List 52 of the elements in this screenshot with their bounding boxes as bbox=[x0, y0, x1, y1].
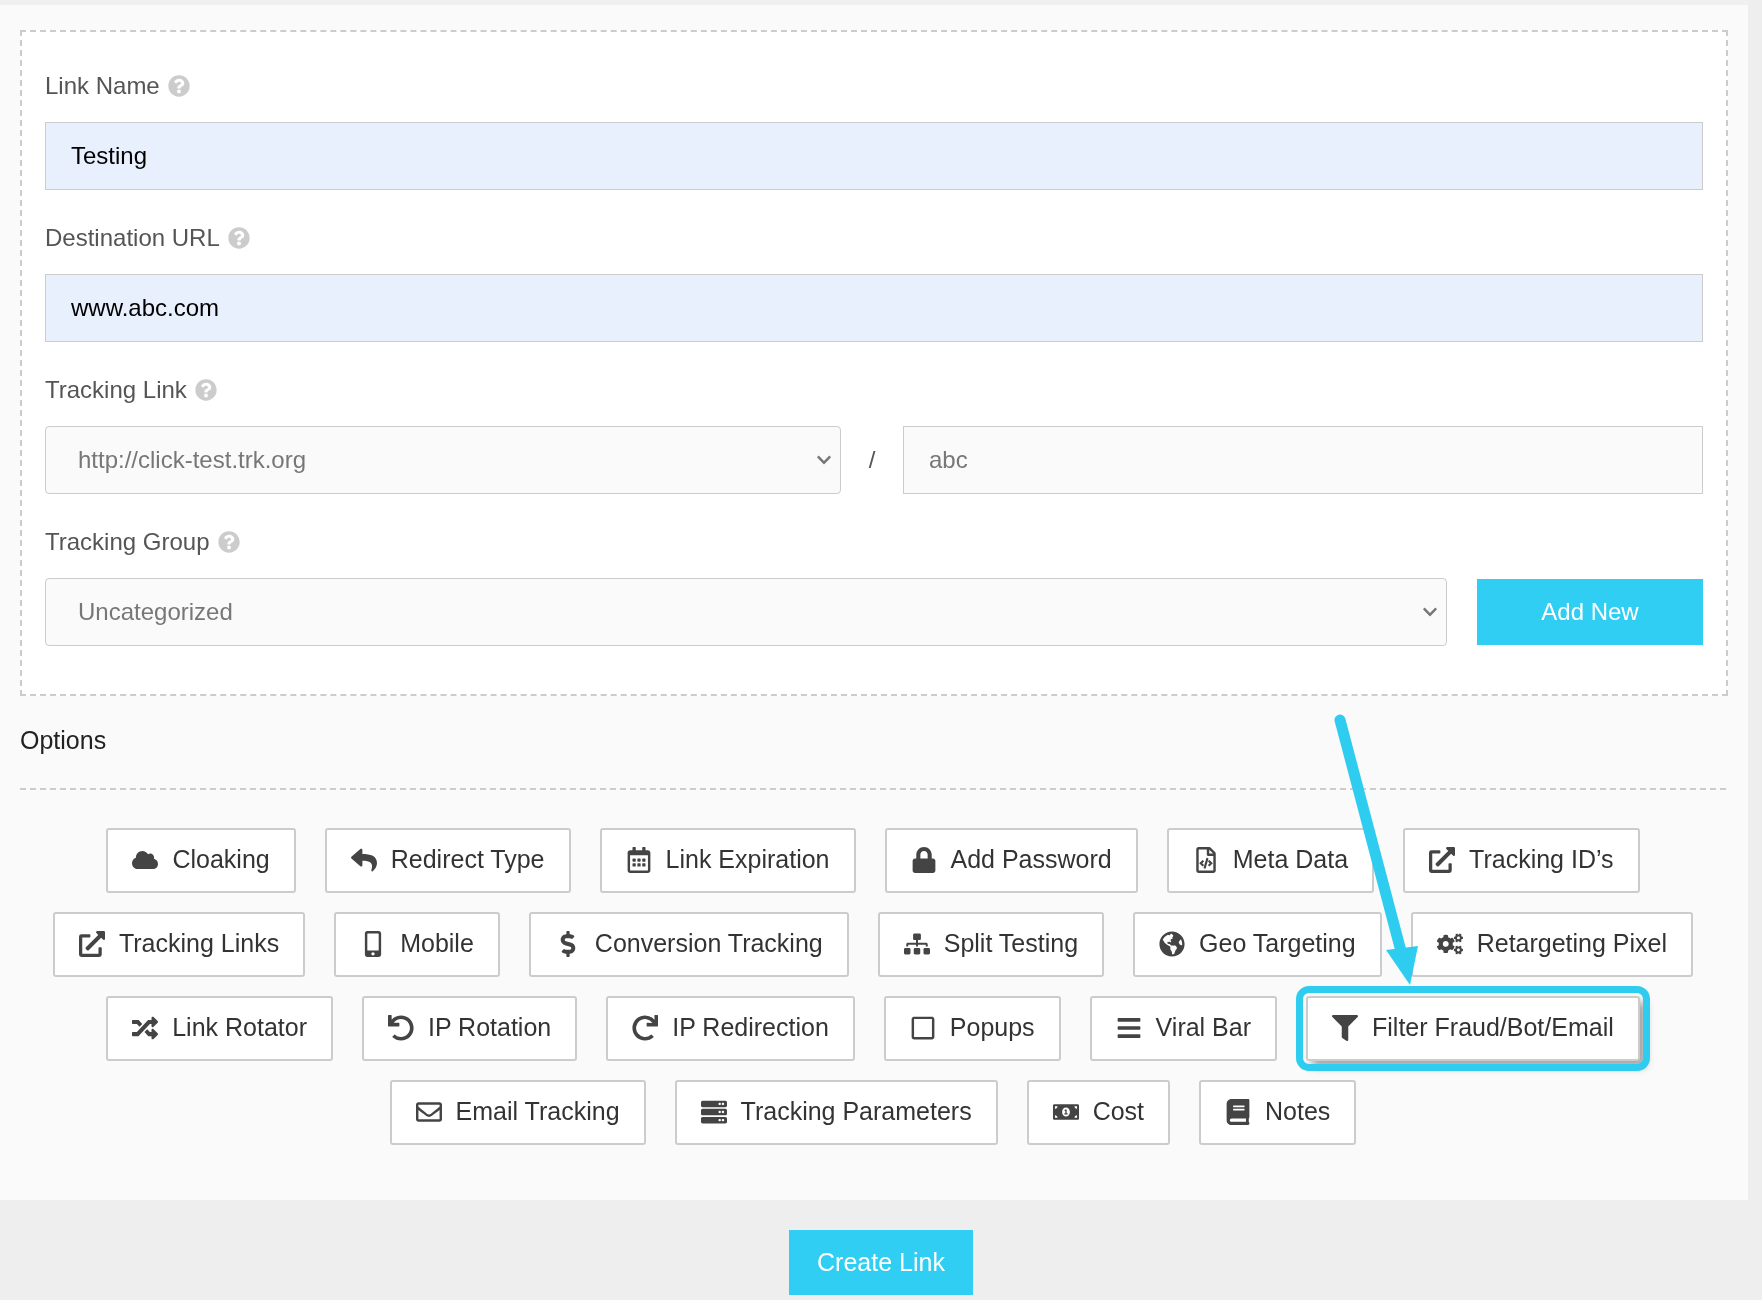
envelope-icon bbox=[415, 1099, 442, 1125]
option-button[interactable]: Mobile bbox=[334, 911, 500, 977]
undo-icon bbox=[388, 1015, 414, 1041]
option-button[interactable]: IP Rotation bbox=[362, 995, 578, 1061]
book-icon bbox=[1225, 1099, 1252, 1125]
help-icon[interactable] bbox=[217, 531, 240, 553]
option-button[interactable]: Tracking ID’s bbox=[1403, 827, 1640, 893]
destination-url-input[interactable]: www.abc.com bbox=[45, 274, 1703, 342]
field-label: Link Name bbox=[45, 71, 160, 101]
option-button[interactable]: Tracking Links bbox=[52, 911, 306, 977]
option-button[interactable]: Link Expiration bbox=[599, 827, 856, 893]
reply-arrow-icon bbox=[350, 847, 377, 873]
group-select[interactable]: Uncategorized bbox=[45, 578, 1447, 646]
gears-icon bbox=[1436, 931, 1463, 957]
option-button[interactable]: Split Testing bbox=[877, 911, 1105, 977]
option-button[interactable]: IP Redirection bbox=[606, 995, 855, 1061]
option-button[interactable]: Notes bbox=[1199, 1079, 1357, 1145]
link-name-input[interactable]: Testing bbox=[45, 122, 1703, 190]
domain-select[interactable]: http://click-test.trk.org bbox=[45, 426, 841, 494]
option-button[interactable]: Link Rotator bbox=[106, 995, 333, 1061]
option-button[interactable]: Viral Bar bbox=[1089, 995, 1278, 1061]
path-separator: / bbox=[867, 445, 877, 475]
help-icon[interactable] bbox=[194, 379, 217, 401]
option-button[interactable]: Popups bbox=[883, 995, 1061, 1061]
help-icon[interactable] bbox=[167, 75, 190, 97]
option-button[interactable]: Retargeting Pixel bbox=[1410, 911, 1694, 977]
options-heading: Options bbox=[20, 725, 107, 756]
slug-input[interactable]: abc bbox=[903, 426, 1703, 494]
external-link-icon bbox=[1429, 847, 1456, 873]
option-button[interactable]: Cloaking bbox=[106, 827, 296, 893]
lock-icon bbox=[910, 847, 937, 873]
option-button[interactable]: Conversion Tracking bbox=[528, 911, 849, 977]
sitemap-icon bbox=[903, 931, 930, 957]
shuffle-icon bbox=[132, 1015, 159, 1041]
option-button[interactable]: Redirect Type bbox=[324, 827, 571, 893]
option-button[interactable]: Geo Targeting bbox=[1133, 911, 1382, 977]
bars-icon bbox=[1115, 1015, 1142, 1041]
globe-icon bbox=[1159, 931, 1186, 957]
help-icon[interactable] bbox=[227, 227, 250, 249]
calendar-icon bbox=[625, 847, 652, 873]
option-button[interactable]: Add Password bbox=[884, 827, 1138, 893]
server-icon bbox=[700, 1099, 727, 1125]
field-label: Destination URL bbox=[45, 223, 220, 253]
field-label: Tracking Link bbox=[45, 375, 187, 405]
redo-icon bbox=[632, 1015, 659, 1041]
field-label: Tracking Group bbox=[45, 527, 210, 557]
option-button[interactable]: Cost bbox=[1026, 1079, 1171, 1145]
external-link-icon bbox=[78, 931, 105, 957]
filter-icon bbox=[1332, 1015, 1359, 1041]
option-button[interactable]: Meta Data bbox=[1166, 827, 1375, 893]
option-button[interactable]: Email Tracking bbox=[389, 1079, 646, 1145]
option-button[interactable]: Tracking Parameters bbox=[674, 1079, 998, 1145]
